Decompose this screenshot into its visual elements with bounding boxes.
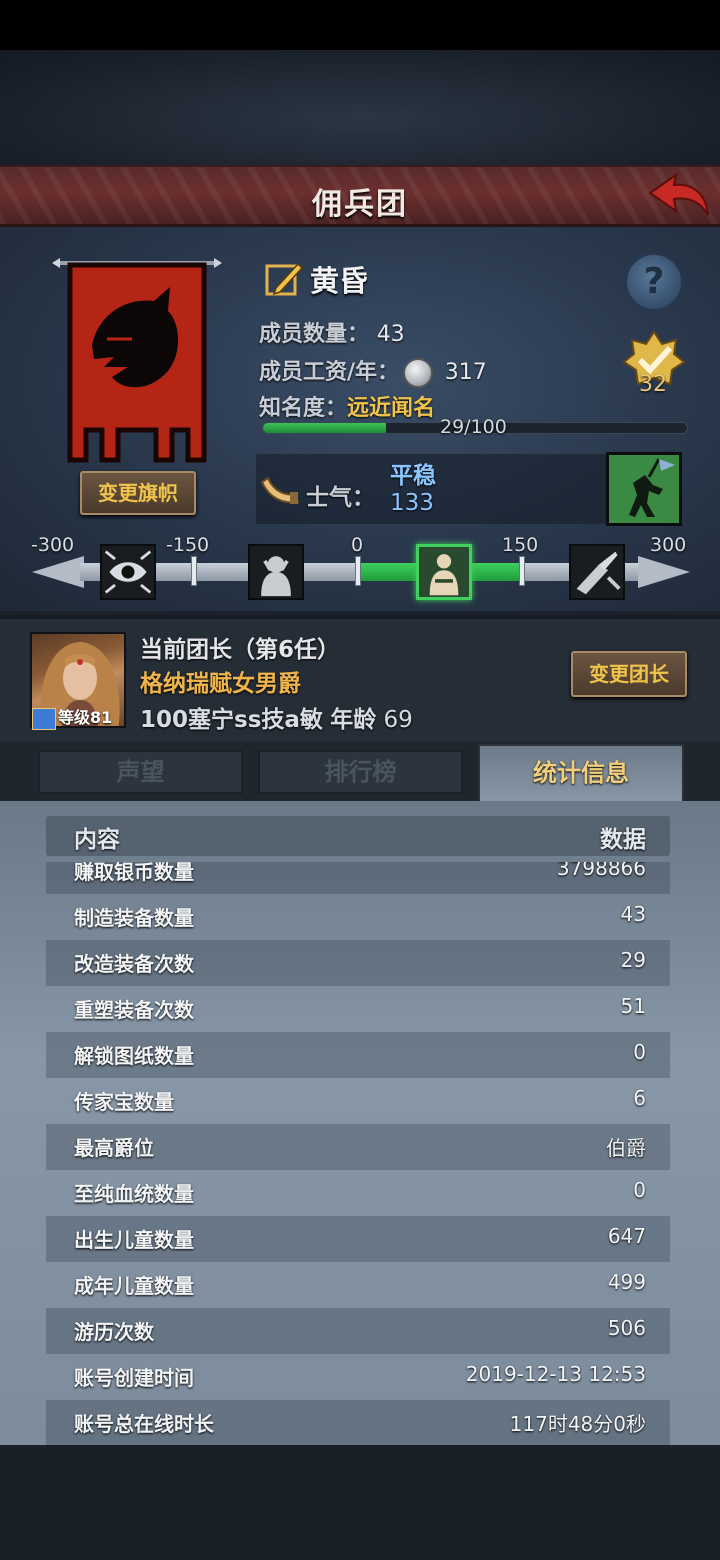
crazed-eye-icon[interactable]	[100, 544, 156, 600]
tab-reputation[interactable]: 声望	[38, 750, 243, 794]
fame-stat: 知名度：远近闻名	[259, 390, 435, 422]
row-value: 43	[620, 902, 646, 926]
morale-value: 133	[390, 490, 434, 516]
rank-value: 32	[639, 372, 667, 397]
row-value: 伯爵	[606, 1136, 646, 1160]
scale-left-arrow	[32, 556, 84, 588]
row-value: 29	[620, 948, 646, 972]
scale-tick	[191, 556, 197, 586]
tab-ranking[interactable]: 排行榜	[258, 750, 463, 794]
scale-tick	[355, 556, 361, 586]
group-name: 黄昏	[310, 264, 369, 298]
battle-cry-icon[interactable]	[569, 544, 625, 600]
fame-value: 远近闻名	[347, 396, 436, 421]
table-header-content: 内容	[74, 827, 120, 853]
change-flag-button[interactable]: 变更旗帜	[80, 471, 196, 515]
table-row: 赚取银币数量 3798866	[46, 862, 670, 894]
row-key: 传家宝数量	[74, 1090, 174, 1114]
silver-coin-icon	[403, 358, 434, 388]
row-value: 51	[620, 994, 646, 1018]
leader-level-text: 等级81	[58, 708, 113, 727]
edit-name-icon[interactable]	[264, 258, 304, 298]
scale-label-neg150: -150	[166, 534, 210, 556]
fame-progress-text: 29/100	[440, 416, 507, 438]
row-key: 游历次数	[74, 1320, 154, 1344]
wage-label: 成员工资/年：	[259, 360, 400, 385]
change-leader-button[interactable]: 变更团长	[571, 651, 687, 697]
wolf-banner-icon[interactable]	[52, 255, 222, 465]
leader-info: 100塞宁ss技a敏 年龄 69	[140, 700, 413, 734]
morale-state: 平稳	[390, 463, 436, 489]
row-key: 成年儿童数量	[74, 1274, 194, 1298]
table-row: 出生儿童数量 647	[46, 1216, 670, 1262]
fame-label: 知名度：	[259, 396, 348, 421]
row-value: 6	[633, 1086, 646, 1110]
back-arrow-icon[interactable]	[646, 171, 712, 223]
wage-value: 317	[444, 360, 487, 385]
row-value: 0	[633, 1178, 646, 1202]
help-icon[interactable]: ?	[624, 252, 684, 312]
row-key: 账号创建时间	[74, 1366, 194, 1390]
table-row: 解锁图纸数量 0	[46, 1032, 670, 1078]
scale-label-150: 150	[502, 534, 539, 556]
scale-right-arrow	[638, 556, 690, 588]
table-row: 制造装备数量 43	[46, 894, 670, 940]
table-rows[interactable]: 赚取银币数量 3798866 制造装备数量 43 改造装备次数 29 重塑装备次数 51…	[0, 862, 720, 1445]
wage-stat: 成员工资/年： 317	[259, 354, 487, 388]
row-value: 499	[607, 1270, 646, 1294]
scale-label-300: 300	[650, 534, 687, 556]
table-row: 至纯血统数量 0	[46, 1170, 670, 1216]
row-value: 647	[607, 1224, 646, 1248]
row-value: 506	[607, 1316, 646, 1340]
leader-age-label: 年龄	[330, 707, 377, 733]
title-bar: 佣兵团	[0, 165, 720, 227]
despair-icon[interactable]	[248, 544, 304, 600]
tab-statistics[interactable]: 统计信息	[478, 744, 684, 802]
row-value: 3798866	[556, 862, 646, 880]
row-value: 117时48分0秒	[509, 1412, 646, 1436]
row-key: 出生儿童数量	[74, 1228, 194, 1252]
fame-progress-fill	[263, 423, 386, 433]
leader-level: 等级81	[32, 704, 112, 730]
table-row: 游历次数 506	[46, 1308, 670, 1354]
status-bar	[0, 0, 720, 50]
table-row: 最高爵位 伯爵	[46, 1124, 670, 1170]
table-row: 改造装备次数 29	[46, 940, 670, 986]
flag-bearer-icon[interactable]	[606, 452, 682, 526]
row-key: 重塑装备次数	[74, 998, 194, 1022]
calm-figure-icon[interactable]	[416, 544, 472, 600]
row-key: 最高爵位	[74, 1136, 154, 1160]
members-stat: 成员数量： 43	[259, 316, 405, 348]
row-key: 改造装备次数	[74, 952, 194, 976]
horn-icon	[260, 476, 300, 504]
table-row: 成年儿童数量 499	[46, 1262, 670, 1308]
bottom-area	[0, 1445, 720, 1560]
morale-label: 士气：	[306, 485, 375, 511]
sword-class-icon	[32, 707, 56, 730]
table-row: 账号创建时间 2019-12-13 12:53	[46, 1354, 670, 1400]
page-title: 佣兵团	[312, 187, 408, 222]
row-value: 0	[633, 1040, 646, 1064]
leader-stats: 100塞宁ss技a敏	[140, 707, 323, 733]
scale-label-0: 0	[351, 534, 364, 556]
table-row: 重塑装备次数 51	[46, 986, 670, 1032]
members-label: 成员数量：	[259, 322, 370, 347]
leader-age-value: 69	[383, 707, 413, 733]
row-key: 至纯血统数量	[74, 1182, 194, 1206]
row-key: 账号总在线时长	[74, 1412, 214, 1436]
scale-label-neg300: -300	[31, 534, 75, 556]
table-header-data: 数据	[600, 827, 646, 853]
background	[0, 50, 720, 165]
leader-title: 当前团长（第6任）	[140, 637, 341, 663]
row-key: 解锁图纸数量	[74, 1044, 194, 1068]
row-key: 制造装备数量	[74, 906, 194, 930]
row-value: 2019-12-13 12:53	[465, 1362, 646, 1386]
members-value: 43	[376, 322, 405, 347]
scale-tick	[519, 556, 525, 586]
row-key: 赚取银币数量	[74, 862, 194, 884]
leader-name: 格纳瑞赋女男爵	[140, 671, 301, 697]
table-row: 传家宝数量 6	[46, 1078, 670, 1124]
table-row: 账号总在线时长 117时48分0秒	[46, 1400, 670, 1445]
